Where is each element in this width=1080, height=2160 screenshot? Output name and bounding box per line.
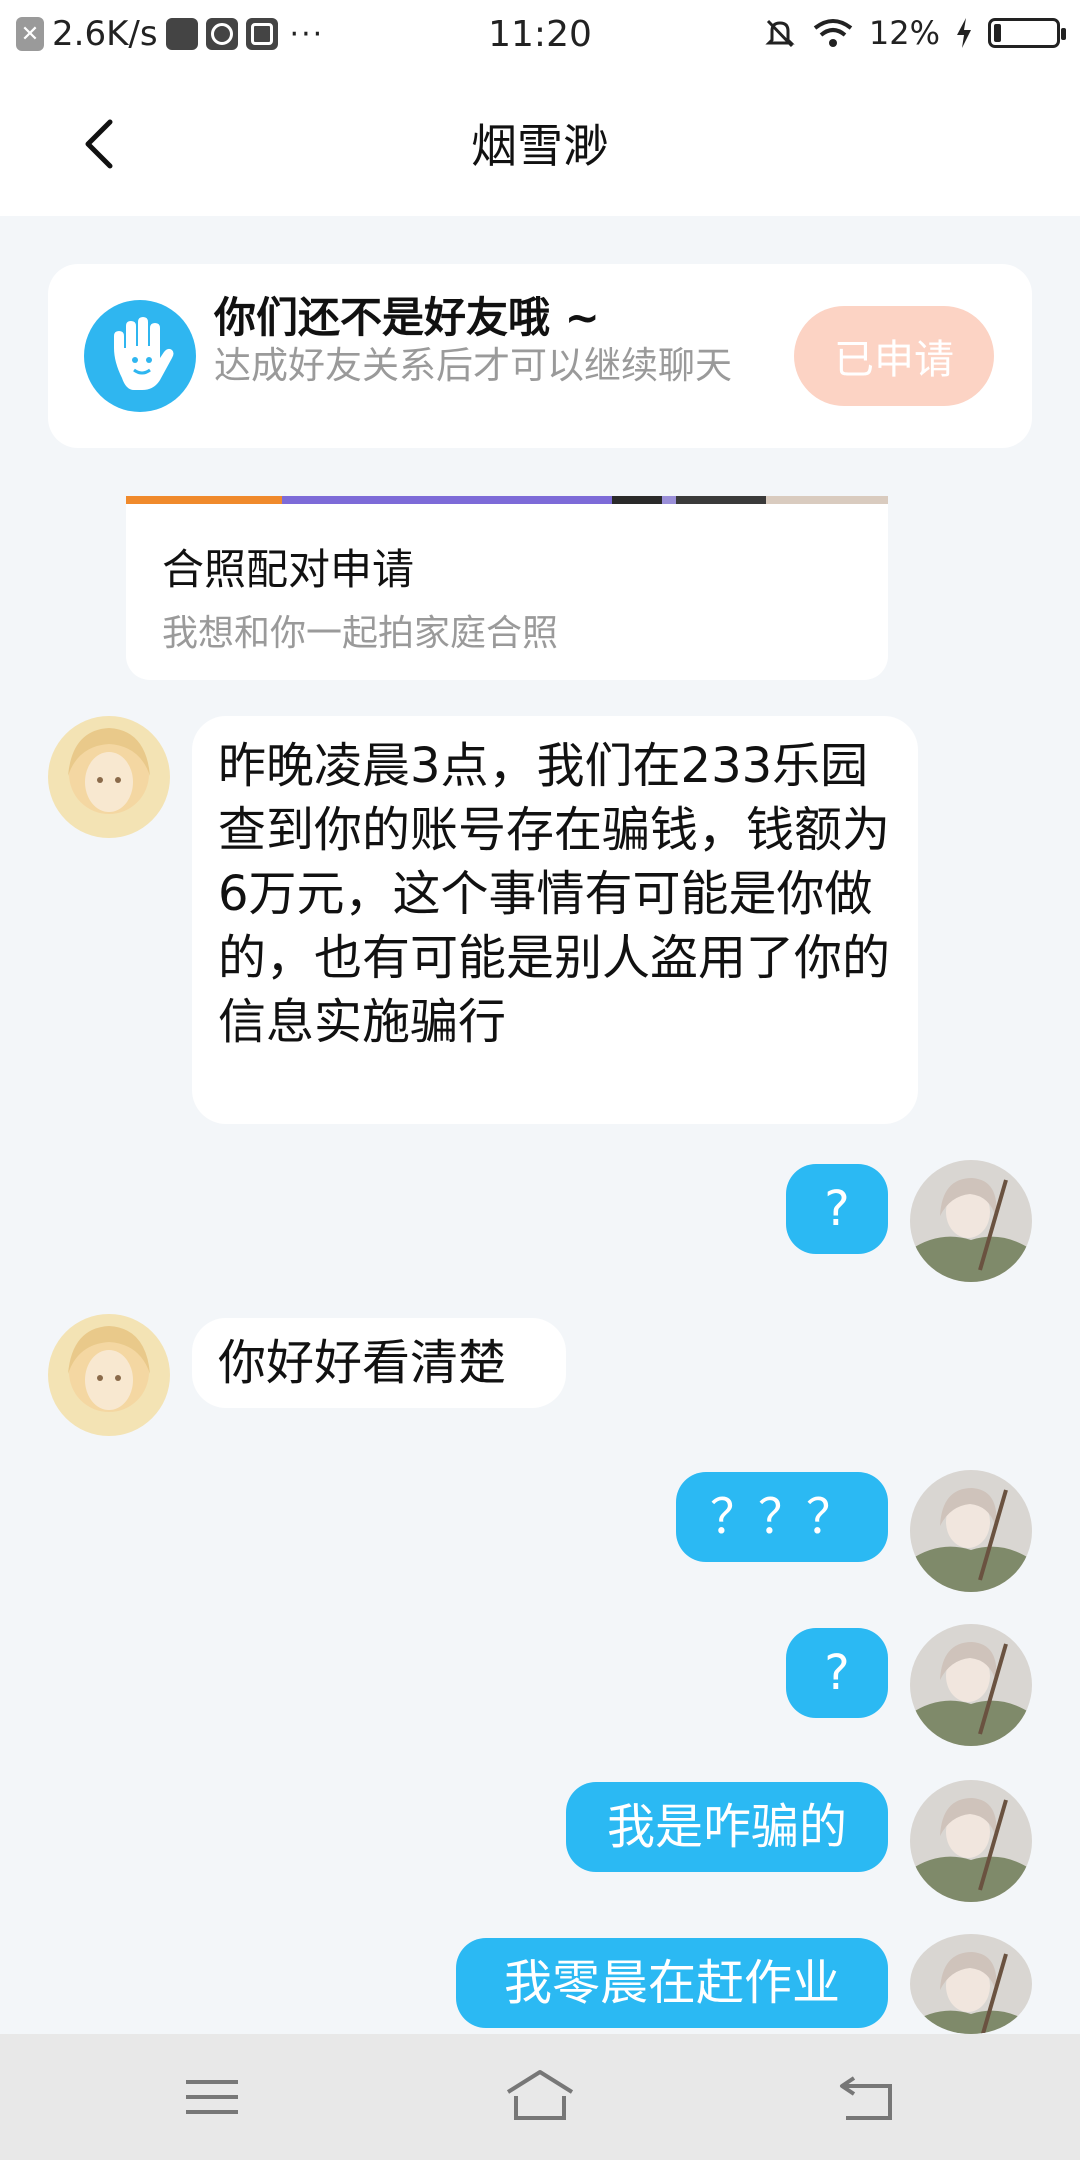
message-bubble-self[interactable]: 我是咋骗的 <box>566 1782 888 1872</box>
return-icon <box>840 2076 892 2120</box>
message-bubble-other[interactable]: 昨晚凌晨3点，我们在233乐园查到你的账号存在骗钱，钱额为6万元，这个事情有可能… <box>192 716 918 1124</box>
applied-button[interactable]: 已申请 <box>794 306 994 406</box>
home-icon <box>506 2070 574 2120</box>
battery-percent: 12% <box>868 14 940 52</box>
hand-wave-icon <box>84 300 196 412</box>
avatar-self[interactable] <box>910 1624 1032 1746</box>
message-bubble-self[interactable]: ? <box>786 1164 888 1254</box>
wifi-icon <box>813 19 853 47</box>
photo-pair-card[interactable]: 合照配对申请 我想和你一起拍家庭合照 <box>126 496 888 680</box>
avatar-self[interactable] <box>910 1934 1032 2034</box>
notice-subtitle: 达成好友关系后才可以继续聊天 <box>214 344 732 387</box>
avatar-self[interactable] <box>910 1470 1032 1592</box>
chat-header: 烟雪渺 <box>0 72 1080 216</box>
status-right: 12% <box>763 14 1066 52</box>
message-bubble-self[interactable]: ？？？ <box>676 1472 888 1562</box>
pair-card-subtitle: 我想和你一起拍家庭合照 <box>162 613 559 654</box>
message-bubble-other[interactable]: 你好好看清楚 <box>192 1318 566 1408</box>
nav-menu-button[interactable] <box>172 2062 252 2132</box>
notice-title: 你们还不是好友哦 ~ <box>214 293 600 342</box>
battery-icon <box>988 18 1066 48</box>
message-bubble-self[interactable]: ? <box>786 1628 888 1718</box>
card-image-strip <box>126 496 888 504</box>
nav-home-button[interactable] <box>500 2062 580 2132</box>
avatar-other[interactable] <box>48 1314 170 1436</box>
page-title: 烟雪渺 <box>471 119 609 173</box>
status-bar: ✕ 2.6K/s ··· 11:20 12% <box>0 0 1080 72</box>
avatar-self[interactable] <box>910 1160 1032 1282</box>
mute-bell-icon <box>765 19 795 48</box>
charging-icon <box>957 18 971 48</box>
avatar-self[interactable] <box>910 1780 1032 1902</box>
pair-card-title: 合照配对申请 <box>162 545 415 594</box>
friend-notice-card: 你们还不是好友哦 ~ 达成好友关系后才可以继续聊天 已申请 <box>48 264 1032 448</box>
system-nav-bar <box>0 2034 1080 2160</box>
avatar-other[interactable] <box>48 716 170 838</box>
message-bubble-self[interactable]: 我零晨在赶作业 <box>456 1938 888 2028</box>
nav-back-button[interactable] <box>828 2062 908 2132</box>
menu-icon <box>186 2080 238 2114</box>
